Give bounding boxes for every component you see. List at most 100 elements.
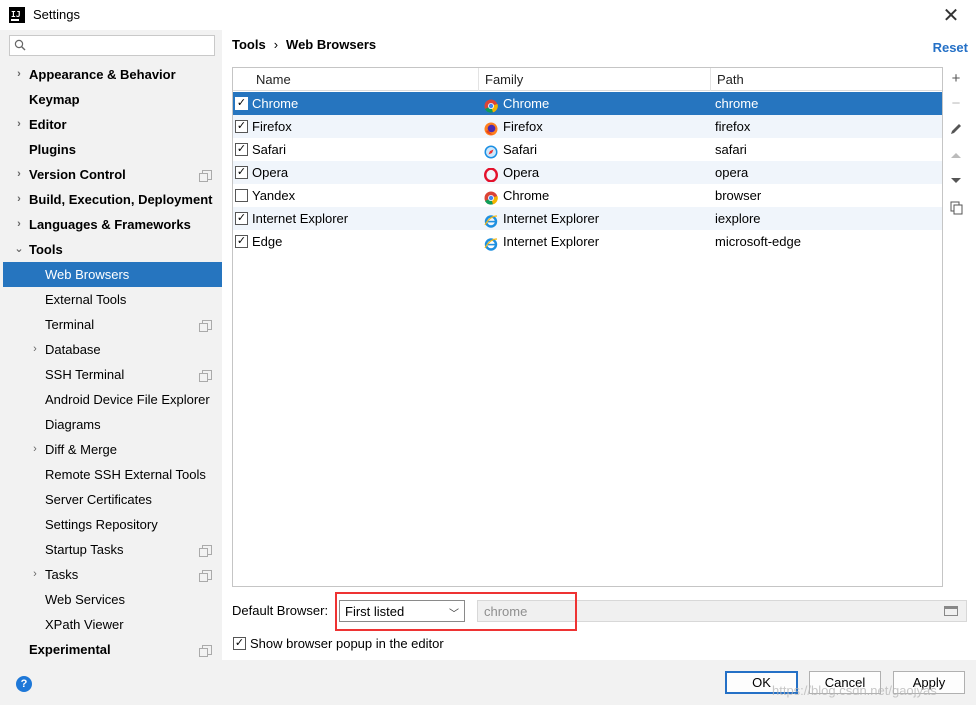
sidebar-item-label: Settings Repository: [45, 517, 158, 532]
chevron-right-icon[interactable]: ›: [30, 437, 40, 462]
table-row[interactable]: Yandex Chrome browser: [233, 184, 942, 207]
browser-enabled-checkbox[interactable]: ✓: [235, 166, 248, 179]
browser-family-cell[interactable]: Chrome: [503, 184, 549, 207]
sidebar-item-web-browsers[interactable]: Web Browsers: [3, 262, 222, 287]
sidebar-item-editor[interactable]: › Editor: [0, 112, 222, 137]
browser-name-cell[interactable]: Safari: [252, 138, 286, 161]
column-header-path[interactable]: Path: [711, 68, 942, 91]
table-row[interactable]: ✓ Internet Explorer Internet Explorer iexpl…: [233, 207, 942, 230]
browser-name-cell[interactable]: Opera: [252, 161, 288, 184]
sidebar-item-plugins[interactable]: Plugins: [0, 137, 222, 162]
chevron-right-icon[interactable]: ›: [30, 562, 40, 587]
sidebar-item-appearance-behavior[interactable]: › Appearance & Behavior: [0, 62, 222, 87]
sidebar-item-languages-frameworks[interactable]: › Languages & Frameworks: [0, 212, 222, 237]
sidebar-item-android-device-file-explorer[interactable]: Android Device File Explorer: [0, 387, 222, 412]
project-level-icon: [199, 545, 212, 557]
browser-enabled-checkbox[interactable]: ✓: [235, 97, 248, 110]
breadcrumb-current: Web Browsers: [286, 37, 377, 52]
sidebar-item-tools[interactable]: ⌄ Tools: [0, 237, 222, 262]
browser-family-cell[interactable]: Opera: [503, 161, 539, 184]
edit-icon[interactable]: [948, 122, 964, 138]
sidebar-item-build-execution-deployment[interactable]: › Build, Execution, Deployment: [0, 187, 222, 212]
browser-path-cell[interactable]: browser: [715, 184, 761, 207]
browser-name-cell[interactable]: Firefox: [252, 115, 292, 138]
opera-icon: [483, 166, 499, 183]
sidebar-item-external-tools[interactable]: External Tools: [0, 287, 222, 312]
chevron-right-icon[interactable]: ›: [14, 187, 24, 212]
browser-name-cell[interactable]: Yandex: [252, 184, 295, 207]
sidebar-item-label: Diff & Merge: [45, 442, 118, 457]
sidebar-item-label: SSH Terminal: [45, 367, 125, 382]
project-level-icon: [199, 320, 212, 332]
sidebar-item-settings-repository[interactable]: Settings Repository: [0, 512, 222, 537]
browser-path-cell[interactable]: chrome: [715, 92, 758, 115]
sidebar-item-version-control[interactable]: › Version Control: [0, 162, 222, 187]
browser-family-cell[interactable]: Internet Explorer: [503, 207, 599, 230]
browser-path-cell[interactable]: iexplore: [715, 207, 761, 230]
highlight-annotation: [335, 592, 577, 631]
browser-enabled-checkbox[interactable]: ✓: [235, 235, 248, 248]
sidebar-item-experimental[interactable]: Experimental: [0, 637, 222, 662]
move-down-icon[interactable]: [948, 175, 964, 191]
browser-name-cell[interactable]: Edge: [252, 230, 282, 253]
sidebar-item-diagrams[interactable]: Diagrams: [0, 412, 222, 437]
table-row[interactable]: ✓ Firefox Firefox firefox: [233, 115, 942, 138]
folder-icon[interactable]: [944, 606, 958, 616]
browsers-table: Name Family Path ✓ Chrome Chrome chrome ✓ Fir…: [232, 67, 943, 587]
sidebar-item-label: Languages & Frameworks: [29, 217, 191, 232]
sidebar-item-server-certificates[interactable]: Server Certificates: [0, 487, 222, 512]
sidebar-item-startup-tasks[interactable]: Startup Tasks: [0, 537, 222, 562]
sidebar-item-terminal[interactable]: Terminal: [0, 312, 222, 337]
browser-path-cell[interactable]: microsoft-edge: [715, 230, 801, 253]
sidebar-item-tasks[interactable]: › Tasks: [0, 562, 222, 587]
chevron-down-icon[interactable]: ⌄: [14, 237, 24, 262]
help-icon[interactable]: ?: [16, 676, 32, 692]
browser-enabled-checkbox[interactable]: ✓: [235, 212, 248, 225]
sidebar-item-label: Experimental: [29, 642, 111, 657]
table-row[interactable]: ✓ Edge Internet Explorer microsoft-edge: [233, 230, 942, 253]
sidebar-item-xpath-viewer[interactable]: XPath Viewer: [0, 612, 222, 637]
browser-family-cell[interactable]: Firefox: [503, 115, 543, 138]
sidebar-item-label: Keymap: [29, 92, 80, 107]
sidebar-item-ssh-terminal[interactable]: SSH Terminal: [0, 362, 222, 387]
sidebar-item-remote-ssh-external-tools[interactable]: Remote SSH External Tools: [0, 462, 222, 487]
column-header-name[interactable]: Name: [250, 68, 479, 91]
table-row[interactable]: ✓ Opera Opera opera: [233, 161, 942, 184]
chevron-right-icon[interactable]: ›: [14, 62, 24, 87]
intellij-logo-icon: IJ: [9, 7, 25, 23]
show-popup-checkbox[interactable]: ✓: [233, 637, 246, 650]
sidebar-item-label: Appearance & Behavior: [29, 67, 176, 82]
browser-family-cell[interactable]: Chrome: [503, 92, 549, 115]
browser-path-cell[interactable]: opera: [715, 161, 748, 184]
browser-enabled-checkbox[interactable]: ✓: [235, 120, 248, 133]
settings-tree: › Appearance & Behavior Keymap › Editor Plugi…: [0, 62, 222, 662]
browser-family-cell[interactable]: Safari: [503, 138, 537, 161]
add-icon[interactable]: +: [948, 71, 964, 87]
search-input[interactable]: [9, 35, 215, 56]
column-header-family[interactable]: Family: [479, 68, 711, 91]
close-icon[interactable]: ✕: [940, 4, 962, 26]
reset-link[interactable]: Reset: [933, 40, 968, 55]
chevron-right-icon[interactable]: ›: [14, 162, 24, 187]
sidebar-item-label: Diagrams: [45, 417, 101, 432]
browser-enabled-checkbox[interactable]: [235, 189, 248, 202]
sidebar-item-web-services[interactable]: Web Services: [0, 587, 222, 612]
browser-path-cell[interactable]: firefox: [715, 115, 750, 138]
sidebar-item-diff-merge[interactable]: › Diff & Merge: [0, 437, 222, 462]
chevron-right-icon[interactable]: ›: [30, 337, 40, 362]
table-row[interactable]: ✓ Safari Safari safari: [233, 138, 942, 161]
table-row[interactable]: ✓ Chrome Chrome chrome: [233, 92, 942, 115]
browser-enabled-checkbox[interactable]: ✓: [235, 143, 248, 156]
browser-name-cell[interactable]: Internet Explorer: [252, 207, 348, 230]
sidebar-item-database[interactable]: › Database: [0, 337, 222, 362]
sidebar-item-keymap[interactable]: Keymap: [0, 87, 222, 112]
move-up-icon[interactable]: [948, 149, 964, 165]
browser-path-cell[interactable]: safari: [715, 138, 747, 161]
chevron-right-icon[interactable]: ›: [14, 112, 24, 137]
sidebar-item-label: Remote SSH External Tools: [45, 467, 206, 482]
remove-icon[interactable]: −: [948, 96, 964, 112]
browser-name-cell[interactable]: Chrome: [252, 92, 298, 115]
copy-icon[interactable]: [948, 201, 964, 217]
chevron-right-icon[interactable]: ›: [14, 212, 24, 237]
browser-family-cell[interactable]: Internet Explorer: [503, 230, 599, 253]
